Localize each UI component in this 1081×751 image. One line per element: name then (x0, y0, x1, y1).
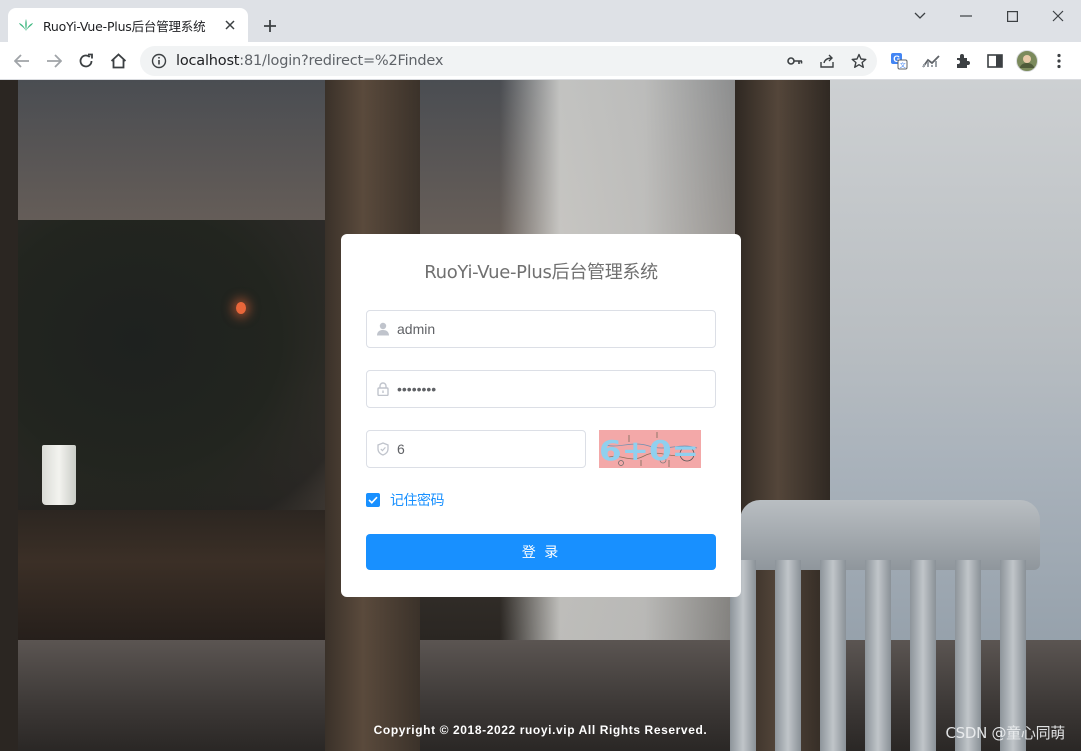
back-arrow-icon[interactable] (10, 49, 34, 73)
key-icon[interactable] (783, 50, 807, 72)
translate-icon[interactable]: G文 (887, 49, 911, 73)
checkbox-checked-icon[interactable] (366, 493, 380, 507)
lock-icon (367, 371, 395, 407)
remember-password[interactable]: 记住密码 (366, 490, 445, 510)
username-input[interactable] (395, 311, 715, 347)
star-icon[interactable] (847, 50, 871, 72)
reload-icon[interactable] (74, 49, 98, 73)
close-icon[interactable] (222, 17, 238, 33)
captcha-image[interactable]: 6+0= (599, 430, 701, 468)
login-form: RuoYi-Vue-Plus后台管理系统 admin •••••••• 6 6+… (341, 234, 741, 597)
password-input[interactable] (395, 371, 715, 407)
chevron-down-icon[interactable] (906, 4, 934, 28)
side-panel-icon[interactable] (983, 49, 1007, 73)
share-icon[interactable] (815, 50, 839, 72)
watermark-text: CSDN @童心同萌 (945, 724, 1065, 742)
copyright-text: Copyright © 2018-2022 ruoyi.vip All Righ… (373, 723, 708, 737)
profile-avatar[interactable] (1015, 49, 1039, 73)
browser-toolbar: localhost:81/login?redirect=%2Findex G文 (0, 42, 1081, 80)
captcha-text: 6+0= (599, 434, 699, 467)
home-icon[interactable] (106, 49, 130, 73)
maximize-icon[interactable] (998, 4, 1026, 28)
tab-title: RuoYi-Vue-Plus后台管理系统 (43, 18, 206, 34)
svg-text:文: 文 (900, 62, 906, 70)
address-bar[interactable]: localhost:81/login?redirect=%2Findex (140, 46, 877, 76)
info-icon[interactable] (150, 52, 168, 70)
more-vert-icon[interactable] (1047, 49, 1071, 73)
page-viewport: RuoYi-Vue-Plus后台管理系统 admin •••••••• 6 6+… (0, 80, 1081, 751)
username-field[interactable] (366, 310, 716, 348)
login-title: RuoYi-Vue-Plus后台管理系统 (424, 262, 658, 283)
captcha-field[interactable] (366, 430, 586, 468)
url-text: localhost:81/login?redirect=%2Findex (176, 53, 444, 69)
leaf-icon (18, 17, 34, 33)
browser-tab[interactable]: RuoYi-Vue-Plus后台管理系统 (8, 8, 248, 42)
browser-tabstrip: RuoYi-Vue-Plus后台管理系统 (0, 0, 1081, 42)
remember-label[interactable]: 记住密码 (390, 490, 445, 510)
forward-arrow-icon[interactable] (42, 49, 66, 73)
shield-icon (367, 431, 395, 467)
login-button[interactable]: 登 录 (366, 534, 716, 570)
captcha-input[interactable] (395, 431, 585, 467)
close-window-icon[interactable] (1044, 4, 1072, 28)
minimize-icon[interactable] (952, 4, 980, 28)
analytics-icon[interactable] (919, 49, 943, 73)
extensions-icon[interactable] (951, 49, 975, 73)
user-icon (367, 311, 395, 347)
plus-icon[interactable] (259, 15, 281, 37)
password-field[interactable] (366, 370, 716, 408)
